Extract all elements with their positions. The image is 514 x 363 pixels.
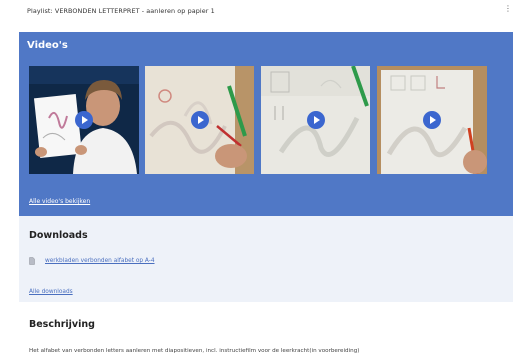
videos-section: Video's Alle video's bekijken	[19, 32, 513, 216]
playlist-title: Playlist: VERBONDEN LETTERPRET - aanlere…	[27, 7, 215, 15]
all-videos-link[interactable]: Alle video's bekijken	[29, 198, 90, 205]
description-section: Beschrijving Het alfabet van verbonden l…	[19, 302, 513, 363]
file-icon	[29, 257, 35, 265]
description-heading: Beschrijving	[29, 319, 95, 330]
video-thumbnail-4[interactable]	[377, 66, 487, 174]
downloads-heading: Downloads	[29, 230, 88, 241]
video-thumbnails	[29, 66, 489, 174]
description-text: Het alfabet van verbonden letters aanler…	[29, 348, 360, 354]
play-icon[interactable]	[75, 111, 93, 129]
video-thumbnail-2[interactable]	[145, 66, 254, 174]
play-icon[interactable]	[190, 111, 209, 129]
video-thumbnail-3[interactable]	[261, 66, 370, 174]
play-icon[interactable]	[306, 111, 325, 129]
video-thumbnail-1[interactable]	[29, 66, 139, 174]
kebab-menu-icon[interactable]: ⋮	[504, 5, 512, 13]
top-bar: Playlist: VERBONDEN LETTERPRET - aanlere…	[0, 0, 514, 22]
downloads-section: Downloads werkbladen verbonden alfabet o…	[19, 216, 513, 302]
videos-heading: Video's	[27, 40, 68, 51]
play-icon[interactable]	[423, 111, 441, 129]
download-file-link[interactable]: werkbladen verbonden alfabet op A-4	[45, 258, 155, 264]
all-downloads-link[interactable]: Alle downloads	[29, 289, 73, 295]
